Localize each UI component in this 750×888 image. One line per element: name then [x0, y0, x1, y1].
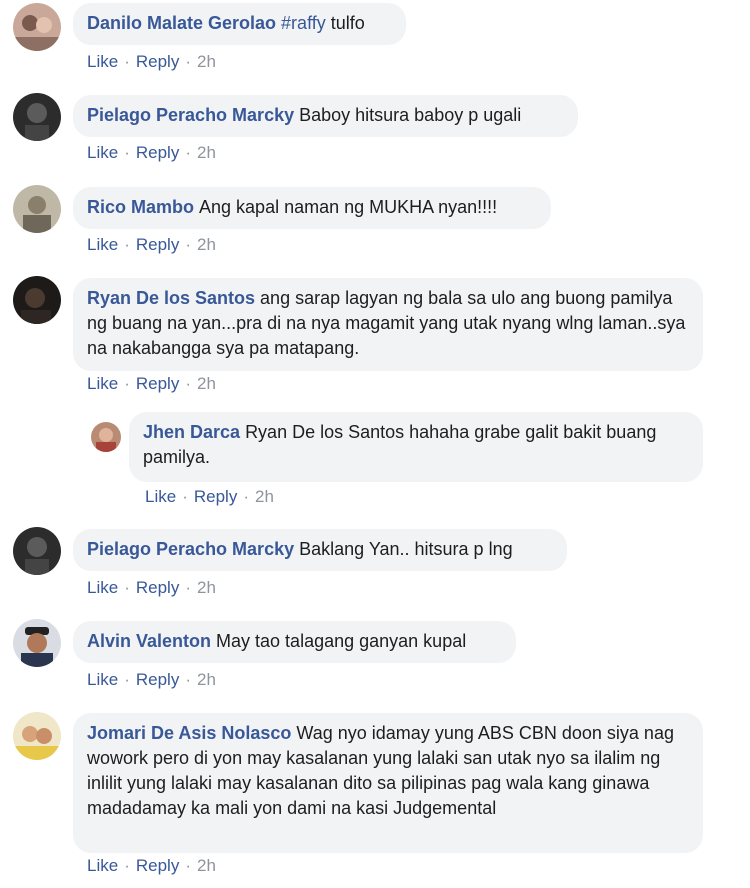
comment-actions: Like · Reply · 2h [87, 52, 216, 71]
comment-actions: Like · Reply · 2h [87, 143, 216, 162]
comment-time[interactable]: 2h [197, 52, 216, 71]
comment-actions: Like · Reply · 2h [87, 578, 216, 597]
like-link[interactable]: Like [87, 235, 118, 254]
like-link[interactable]: Like [87, 143, 118, 162]
avatar[interactable] [13, 3, 61, 51]
comment-bubble: Jhen Darca Ryan De los Santos hahaha grab… [129, 412, 703, 482]
comment-bubble: Alvin Valenton May tao talagang ganyan ku… [73, 621, 516, 663]
comment-time[interactable]: 2h [197, 143, 216, 162]
comment-bubble: Ryan De los Santos ang sarap lagyan ng ba… [73, 278, 703, 371]
avatar[interactable] [13, 527, 61, 575]
comment-author[interactable]: Danilo Malate Gerolao [87, 13, 276, 33]
comment-actions: Like · Reply · 2h [145, 487, 274, 506]
comment-actions: Like · Reply · 2h [87, 670, 216, 689]
comment-text: May tao talagang ganyan kupal [216, 631, 467, 651]
reply-link[interactable]: Reply [136, 374, 179, 393]
comment-actions: Like · Reply · 2h [87, 856, 216, 875]
comment-text: Baboy hitsura baboy p ugali [299, 105, 522, 125]
comment-time[interactable]: 2h [255, 487, 274, 506]
avatar[interactable] [13, 276, 61, 324]
comment-time[interactable]: 2h [197, 856, 216, 875]
reply-link[interactable]: Reply [136, 856, 179, 875]
comment-author[interactable]: Ryan De los Santos [87, 288, 255, 308]
avatar[interactable] [13, 185, 61, 233]
comment-actions: Like · Reply · 2h [87, 235, 216, 254]
reply-link[interactable]: Reply [136, 670, 179, 689]
comment-author[interactable]: Pielago Peracho Marcky [87, 105, 294, 125]
like-link[interactable]: Like [87, 52, 118, 71]
comment-text: tulfo [325, 13, 365, 33]
avatar[interactable] [13, 93, 61, 141]
comment-time[interactable]: 2h [197, 235, 216, 254]
comment-bubble: Danilo Malate Gerolao #raffy tulfo [73, 3, 406, 45]
comment-time[interactable]: 2h [197, 578, 216, 597]
comment-author[interactable]: Alvin Valenton [87, 631, 211, 651]
reply-link[interactable]: Reply [136, 143, 179, 162]
comment-author[interactable]: Jhen Darca [143, 422, 240, 442]
like-link[interactable]: Like [145, 487, 176, 506]
like-link[interactable]: Like [87, 856, 118, 875]
comment-author[interactable]: Jomari De Asis Nolasco [87, 723, 291, 743]
comment-bubble: Pielago Peracho Marcky Baklang Yan.. hits… [73, 529, 567, 571]
comment-author[interactable]: Pielago Peracho Marcky [87, 539, 294, 559]
reply-link[interactable]: Reply [194, 487, 237, 506]
hashtag-link[interactable]: #raffy [281, 13, 326, 33]
comment-bubble: Rico Mambo Ang kapal naman ng MUKHA nyan!… [73, 187, 551, 229]
comment-time[interactable]: 2h [197, 670, 216, 689]
like-link[interactable]: Like [87, 578, 118, 597]
like-link[interactable]: Like [87, 374, 118, 393]
reply-link[interactable]: Reply [136, 235, 179, 254]
comment-time[interactable]: 2h [197, 374, 216, 393]
avatar[interactable] [13, 712, 61, 760]
avatar[interactable] [13, 619, 61, 667]
comment-text: Ang kapal naman ng MUKHA nyan!!!! [199, 197, 498, 217]
comment-text: Baklang Yan.. hitsura p lng [299, 539, 513, 559]
comment-actions: Like · Reply · 2h [87, 374, 216, 393]
avatar[interactable] [91, 422, 121, 452]
comment-bubble: Jomari De Asis Nolasco Wag nyo idamay yun… [73, 713, 703, 853]
like-link[interactable]: Like [87, 670, 118, 689]
comment-author[interactable]: Rico Mambo [87, 197, 194, 217]
reply-link[interactable]: Reply [136, 578, 179, 597]
reply-link[interactable]: Reply [136, 52, 179, 71]
comment-bubble: Pielago Peracho Marcky Baboy hitsura babo… [73, 95, 578, 137]
